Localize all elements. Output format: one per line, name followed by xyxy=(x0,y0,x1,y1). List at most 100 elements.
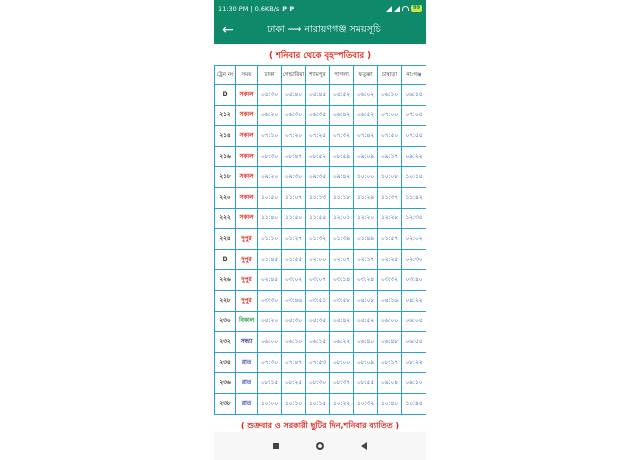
time-cell: ১০:১০ xyxy=(281,392,306,415)
table-row: ২৩৬ রাত ০৮:১৫ ০৮:২৫ ০৮:৩০ ০৮:৩৭ ০৮:৫৫ ০৯:০৪ ০৯:১… xyxy=(214,372,426,394)
time-cell: ০৯:৪২ xyxy=(329,166,354,188)
time-cell: ১০:১৫ xyxy=(401,166,426,188)
time-cell: ০৯:১৭ xyxy=(377,145,402,168)
table-row: ২২৬ দুপুর ০২:৪৫ ০৩:০২ ০৩:০৭ ০৩:১৪ ০৩:২৪ ০৩:৩২ ০৩… xyxy=(214,269,426,291)
session-cell: বিকাল xyxy=(235,310,258,333)
table-row: ২২৪ দুপুর ০১:১০ ০১:২৭ ০১:৩২ ০১:৩৯ ০১:৪৯ ০১:৫৭ ০২… xyxy=(214,228,426,250)
train-number-cell: ২৩০ xyxy=(214,310,236,333)
schedule-days-banner: ( শনিবার থেকে বৃহস্পতিবার ) xyxy=(269,51,371,61)
session-cell: সকাল xyxy=(235,166,258,188)
time-cell: ০৩:১৪ xyxy=(329,269,354,291)
table-row: ২৩২ সন্ধ্যা ০৬:০০ ০৬:১০ ০৬:১৫ ০৬:২২ ০৬:৪০ ০৬:৪৮… xyxy=(214,331,426,353)
train-number-cell: ২১৮ xyxy=(214,166,236,188)
time-cell: ১১:৪২ xyxy=(401,186,426,209)
time-cell: ০৭:৪২ xyxy=(353,125,378,147)
back-triangle-icon[interactable] xyxy=(361,442,368,450)
time-cell: ০২:১৭ xyxy=(353,248,378,271)
header-fatullah: ফতুল্লা xyxy=(353,65,378,85)
time-cell: ০৮:৪৭ xyxy=(281,145,306,168)
time-cell: ১১:২৯ xyxy=(353,186,378,209)
time-cell: ০৮:১৫ xyxy=(257,372,282,394)
time-cell: ০৯:২০ xyxy=(257,166,282,188)
time-cell: ০৩:৩২ xyxy=(377,269,402,291)
session-cell: সকাল xyxy=(235,207,258,230)
train-number-cell: ২৩৪ xyxy=(214,351,236,374)
time-cell: ০৬:১০ xyxy=(377,84,402,106)
time-cell: ১১:৩৭ xyxy=(377,186,402,209)
schedule-exception-note: ( শুক্রবার ও সরকারী ছুটির দিন,শনিবার ব্য… xyxy=(240,420,400,430)
schedule-table-body: D সকাল ০৫:৩০ ০৫:৪০ ০৫:৪৫ ০৫:৫২ ০৬:০২ ০৬:১০ ০৬:১৫… xyxy=(214,84,426,415)
time-cell: ০৯:৩০ xyxy=(281,166,306,188)
time-cell: ০৮:৩৭ xyxy=(329,372,354,394)
home-circle-icon[interactable] xyxy=(315,442,324,450)
time-cell: ০৭:২০ xyxy=(281,125,306,147)
train-number-cell: ২১৪ xyxy=(214,125,236,147)
time-cell: ০৭:৫০ xyxy=(377,125,402,147)
time-cell: ০২:০২ xyxy=(401,228,426,250)
time-cell: ০৭:০৫ xyxy=(401,104,426,127)
time-cell: ০৯:০৯ xyxy=(353,145,378,168)
time-cell: ০৭:৫৫ xyxy=(401,125,426,147)
time-cell: ০৫:২০ xyxy=(257,310,282,333)
table-row: ২৩৪ রাত ০৭:৩০ ০৭:৪৭ ০৭:৫৩ ০৮:০০ ০৮:০৯ ০৮:১৭ ০৮:২… xyxy=(214,351,426,374)
schedule-table-container: ট্রেন নং সময় ঢাকা গেন্ডারিয়া শ্যামপুর … xyxy=(214,65,426,415)
session-cell: সন্ধ্যা xyxy=(235,331,258,353)
page-title: ঢাকা ⟿ নারায়ণগঞ্জ সময়সূচি xyxy=(267,24,381,35)
time-cell: ১২:২৮ xyxy=(377,207,402,230)
session-cell: সকাল xyxy=(235,125,258,147)
time-cell: ০৬:০০ xyxy=(257,331,282,353)
back-arrow-icon[interactable]: ← xyxy=(222,17,240,44)
status-app-icons: P P xyxy=(282,4,295,13)
battery-icon: 99 xyxy=(411,5,422,12)
time-cell: ০২:০৭ xyxy=(329,248,354,271)
time-cell: ১২:৩৫ xyxy=(401,207,426,230)
header-session: সময় xyxy=(235,65,258,85)
header-train-no: ট্রেন নং xyxy=(214,65,236,85)
header-pagla: পাগলা xyxy=(329,65,354,85)
time-cell: ০৬:০৫ xyxy=(401,310,426,333)
time-cell: ০২:০০ xyxy=(305,248,330,271)
time-cell: ১১:৫০ xyxy=(281,207,306,230)
time-cell: ০১:৫৫ xyxy=(281,248,306,271)
session-cell: সকাল xyxy=(235,104,258,127)
time-cell: ০৩:০৭ xyxy=(305,269,330,291)
time-cell: ০৬:৩০ xyxy=(281,104,306,127)
recents-square-icon[interactable] xyxy=(272,443,279,449)
time-cell: ০২:৩০ xyxy=(401,248,426,271)
time-cell: ১১:১৩ xyxy=(305,186,330,209)
time-cell: ০৮:১৭ xyxy=(377,351,402,374)
time-cell: ০৬:১৫ xyxy=(401,84,426,106)
time-cell: ০৬:২০ xyxy=(257,104,282,127)
time-cell: ০৫:৩০ xyxy=(257,84,282,106)
session-cell: সকাল xyxy=(235,84,258,106)
train-number-cell: ২১২ xyxy=(214,104,236,127)
time-cell: ১০:১৫ xyxy=(305,392,330,415)
time-cell: ০৭:২৫ xyxy=(305,125,330,147)
time-cell: ০৮:৫২ xyxy=(305,145,330,168)
session-cell: দুপুর xyxy=(235,248,258,271)
time-cell: ০৮:৩০ xyxy=(305,372,330,394)
train-number-cell: ২৩৬ xyxy=(214,372,236,394)
header-gandaria: গেন্ডারিয়া xyxy=(281,65,306,85)
time-cell: ০১:৪৫ xyxy=(257,248,282,271)
table-row: ২১৬ সকাল ০৮:৩০ ০৮:৪৭ ০৮:৫২ ০৮:৫৯ ০৯:০৯ ০৯:১৭ ০৯:… xyxy=(214,145,426,168)
time-cell: ০৫:৪৫ xyxy=(305,84,330,106)
status-time: 11:30 PM | 0.6KB/s xyxy=(218,4,280,13)
session-cell: দুপুর xyxy=(235,269,258,291)
time-cell: ০৬:৪০ xyxy=(353,331,378,353)
session-cell: রাত xyxy=(235,351,258,374)
train-number-cell: ২৩২ xyxy=(214,331,236,353)
time-cell: ১১:৪০ xyxy=(257,207,282,230)
header-dhaka: ঢাকা xyxy=(257,65,282,85)
table-row: ২১৮ সকাল ০৯:২০ ০৯:৩০ ০৯:৩৫ ০৯:৪২ ১০:০০ ১০:০৮ ১০:… xyxy=(214,166,426,188)
time-cell: ০৬:৫৫ xyxy=(401,331,426,353)
time-cell: ০৯:০৪ xyxy=(377,372,402,394)
table-row: ২৩৮ রাত ১০:০০ ১০:১০ ১০:১৫ ১০:২২ ১০:৩২ ১০:৪০ ১০:৪… xyxy=(214,392,426,415)
phone-screen: 11:30 PM | 0.6KB/s P P 99 ← ঢাকা ⟿ নারায… xyxy=(214,0,426,460)
time-cell: ০২:২৫ xyxy=(377,248,402,271)
time-cell: ০৬:৫২ xyxy=(353,104,378,127)
time-cell: ১১:০৭ xyxy=(281,186,306,209)
time-cell: ০৫:৫২ xyxy=(329,84,354,106)
time-cell: ০৮:৫৫ xyxy=(353,372,378,394)
time-cell: ০৭:৩২ xyxy=(329,125,354,147)
